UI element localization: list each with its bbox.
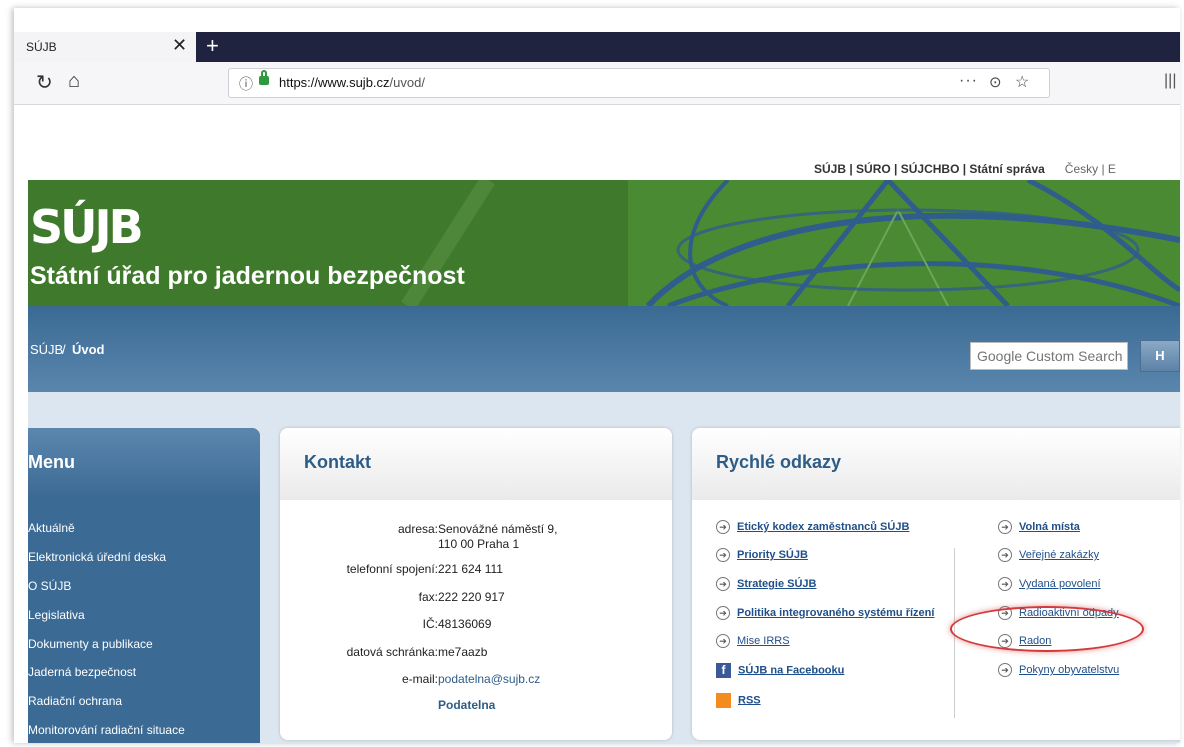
lock-icon: [259, 70, 269, 85]
contact-label: datová schránka:: [346, 645, 438, 659]
podatelna-link[interactable]: Podatelna: [438, 698, 495, 712]
contact-value: 222 220 917: [438, 590, 505, 604]
quick-link-label: SÚJB na Facebooku: [738, 664, 845, 677]
quick-link-label: Strategie SÚJB: [737, 577, 817, 590]
arrow-right-icon: ➔: [716, 577, 730, 591]
language-switch[interactable]: Česky | E: [1065, 162, 1116, 176]
quick-link-label: Veřejné zakázky: [1019, 548, 1100, 561]
menu-header: Menu: [28, 428, 260, 494]
top-links: SÚJB | SÚRO | SÚJCHBO | Státní správa Čes…: [814, 162, 1116, 176]
quick-link[interactable]: ➔ Volná místa: [998, 520, 1080, 534]
quick-link[interactable]: ➔ Politika integrovaného systému řízení: [716, 606, 934, 620]
contact-label: e-mail:: [401, 672, 438, 686]
search-input[interactable]: [970, 342, 1128, 370]
contact-title: Kontakt: [304, 452, 371, 472]
pocket-icon[interactable]: ⊙: [989, 73, 1002, 91]
side-menu: Menu Aktuálně Elektronická úřední deska …: [28, 428, 260, 743]
site-banner: SÚJB Státní úřad pro jadernou bezpečnost: [28, 180, 1180, 306]
menu-item[interactable]: Jaderná bezpečnost: [28, 665, 136, 679]
arrow-right-icon: ➔: [998, 663, 1012, 677]
contact-value: 221 624 111: [438, 562, 503, 576]
new-tab-icon[interactable]: +: [206, 33, 219, 59]
library-icon[interactable]: |||: [1164, 72, 1176, 90]
quick-link-label: Volná místa: [1019, 520, 1080, 533]
menu-item[interactable]: O SÚJB: [28, 579, 71, 593]
more-icon[interactable]: ···: [959, 72, 978, 90]
contact-label: IČ:: [422, 617, 438, 631]
top-links-text[interactable]: SÚJB | SÚRO | SÚJCHBO | Státní správa: [814, 162, 1045, 176]
menu-title: Menu: [28, 452, 75, 472]
home-icon[interactable]: ⌂: [68, 70, 80, 93]
facebook-icon: f: [716, 663, 731, 678]
search-button[interactable]: H: [1140, 340, 1180, 372]
contact-value: 48136069: [438, 617, 492, 631]
quick-link[interactable]: ➔ Etický kodex zaměstnanců SÚJB: [716, 520, 909, 534]
menu-item[interactable]: Elektronická úřední deska: [28, 550, 166, 564]
breadcrumb-root[interactable]: SÚJB: [30, 342, 63, 357]
tab-sujb[interactable]: SÚJB ✕: [14, 32, 196, 62]
menu-item[interactable]: Legislativa: [28, 608, 85, 622]
quick-link[interactable]: ➔ Strategie SÚJB: [716, 577, 816, 591]
quick-link-label: Mise IRRS: [737, 634, 790, 647]
arrow-right-icon: ➔: [716, 634, 730, 648]
tab-bar: SÚJB ✕ +: [14, 32, 1180, 62]
arrow-right-icon: ➔: [716, 606, 730, 620]
contact-value: Senovážné náměstí 9,: [438, 522, 558, 536]
site-subtitle: Státní úřad pro jadernou bezpečnost: [30, 262, 465, 290]
contact-value: me7aazb: [438, 645, 488, 659]
quick-link-label: RSS: [738, 694, 761, 707]
url-host: https://www.sujb.cz: [279, 75, 390, 90]
browser-window: SÚJB ✕ + ↻ ⌂ ⓘ https://www.sujb.cz/uvod/…: [14, 8, 1180, 743]
contact-box: Kontakt adresa: Senovážné náměstí 9, 110…: [280, 428, 672, 740]
quick-link-label: Priority SÚJB: [737, 548, 808, 561]
arrow-right-icon: ➔: [716, 548, 730, 562]
arrow-right-icon: ➔: [998, 577, 1012, 591]
url-text[interactable]: https://www.sujb.cz/uvod/: [279, 75, 425, 90]
quick-link-label: Etický kodex zaměstnanců SÚJB: [737, 520, 910, 533]
quick-link[interactable]: ➔ Vydaná povolení: [998, 577, 1101, 591]
highlight-ellipse: [950, 606, 1144, 652]
breadcrumb-separator: /: [62, 342, 66, 357]
contact-label: fax:: [418, 590, 438, 604]
quick-link[interactable]: ➔ Pokyny obyvatelstvu: [998, 663, 1119, 677]
url-bar[interactable]: ⓘ https://www.sujb.cz/uvod/ ··· ⊙ ☆: [228, 68, 1050, 98]
arrow-right-icon: ➔: [998, 520, 1012, 534]
contact-label: telefonní spojení:: [346, 562, 438, 576]
rss-icon: [716, 693, 731, 708]
menu-item[interactable]: Aktuálně: [28, 521, 75, 535]
nav-bar: ↻ ⌂ ⓘ https://www.sujb.cz/uvod/ ··· ⊙ ☆ …: [14, 62, 1180, 105]
breadcrumb-current: Úvod: [72, 342, 105, 357]
menu-item[interactable]: Radiační ochrana: [28, 694, 122, 708]
quick-link[interactable]: RSS: [716, 693, 761, 708]
arrow-right-icon: ➔: [998, 548, 1012, 562]
quick-link-label: Vydaná povolení: [1019, 577, 1101, 590]
info-icon[interactable]: ⓘ: [239, 74, 253, 94]
menu-item[interactable]: Monitorování radiační situace: [28, 723, 185, 737]
quick-link[interactable]: f SÚJB na Facebooku: [716, 663, 844, 678]
breadcrumb-bar: SÚJB / Úvod H: [28, 306, 1180, 392]
close-icon[interactable]: ✕: [172, 35, 187, 56]
bookmark-star-icon[interactable]: ☆: [1015, 72, 1029, 92]
quick-links-box: Rychlé odkazy ➔ Etický kodex zaměstnanců …: [692, 428, 1180, 740]
arrow-right-icon: ➔: [716, 520, 730, 534]
contact-label: adresa:: [397, 522, 438, 536]
reload-icon[interactable]: ↻: [36, 70, 53, 95]
site-logo[interactable]: SÚJB: [30, 200, 144, 254]
menu-item[interactable]: Dokumenty a publikace: [28, 637, 153, 651]
quick-link[interactable]: ➔ Mise IRRS: [716, 634, 790, 648]
quick-links-title: Rychlé odkazy: [716, 452, 842, 472]
content-area: Menu Aktuálně Elektronická úřední deska …: [28, 392, 1180, 743]
quick-link-label: Politika integrovaného systému řízení: [737, 606, 935, 619]
contact-value: 110 00 Praha 1: [438, 537, 520, 551]
tab-title: SÚJB: [26, 40, 57, 54]
email-link[interactable]: podatelna@sujb.cz: [438, 672, 540, 686]
quick-link[interactable]: ➔ Priority SÚJB: [716, 548, 808, 562]
url-path: /uvod/: [389, 75, 425, 90]
quick-link[interactable]: ➔ Veřejné zakázky: [998, 548, 1099, 562]
quick-link-label: Pokyny obyvatelstvu: [1019, 663, 1120, 676]
